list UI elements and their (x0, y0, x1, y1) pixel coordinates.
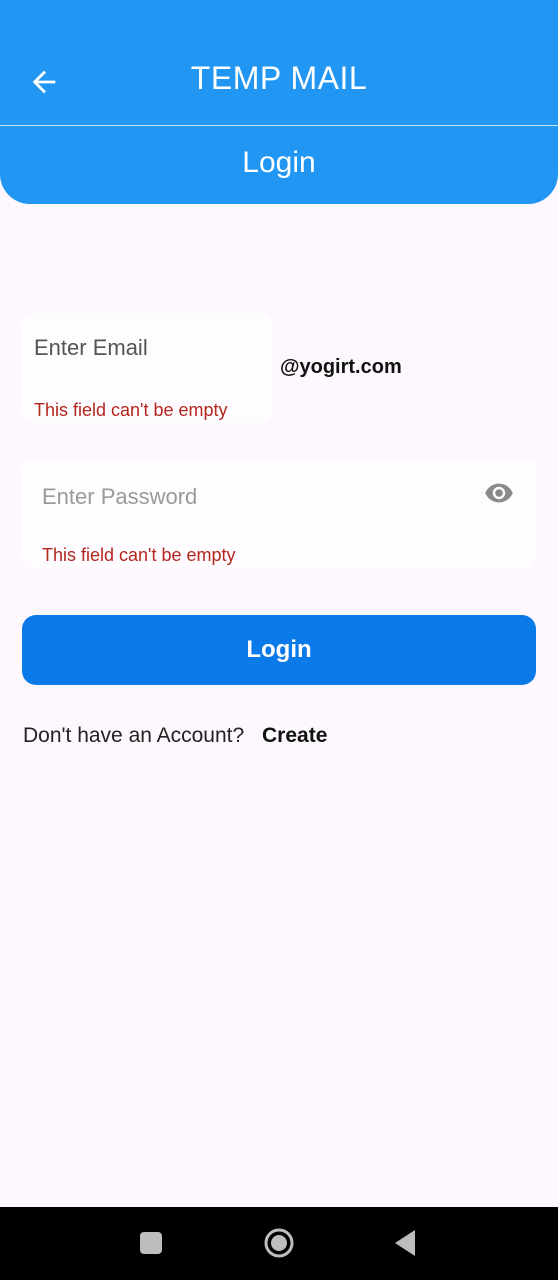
account-prompt-text: Don't have an Account? (23, 724, 245, 747)
app-bar: TEMP MAIL Login (0, 0, 558, 204)
email-input[interactable] (34, 335, 264, 361)
login-button[interactable]: Login (22, 615, 536, 685)
create-account-link[interactable]: Create (262, 724, 327, 747)
home-icon[interactable] (263, 1227, 295, 1259)
email-error-text: This field can't be empty (34, 400, 228, 420)
email-field: This field can't be empty (22, 313, 272, 423)
recents-icon[interactable] (140, 1232, 162, 1254)
password-input[interactable] (42, 484, 462, 510)
page-title: Login (242, 146, 316, 179)
back-icon[interactable] (393, 1228, 417, 1258)
password-field: This field can't be empty (22, 458, 536, 568)
password-error-text: This field can't be empty (42, 545, 236, 565)
appbar-divider (0, 125, 558, 126)
app-title: TEMP MAIL (190, 60, 368, 96)
account-prompt: Don't have an Account? Create (23, 724, 327, 748)
system-nav-bar (0, 1207, 558, 1280)
email-domain-suffix: @yogirt.com (280, 356, 402, 378)
eye-icon[interactable] (480, 478, 518, 508)
